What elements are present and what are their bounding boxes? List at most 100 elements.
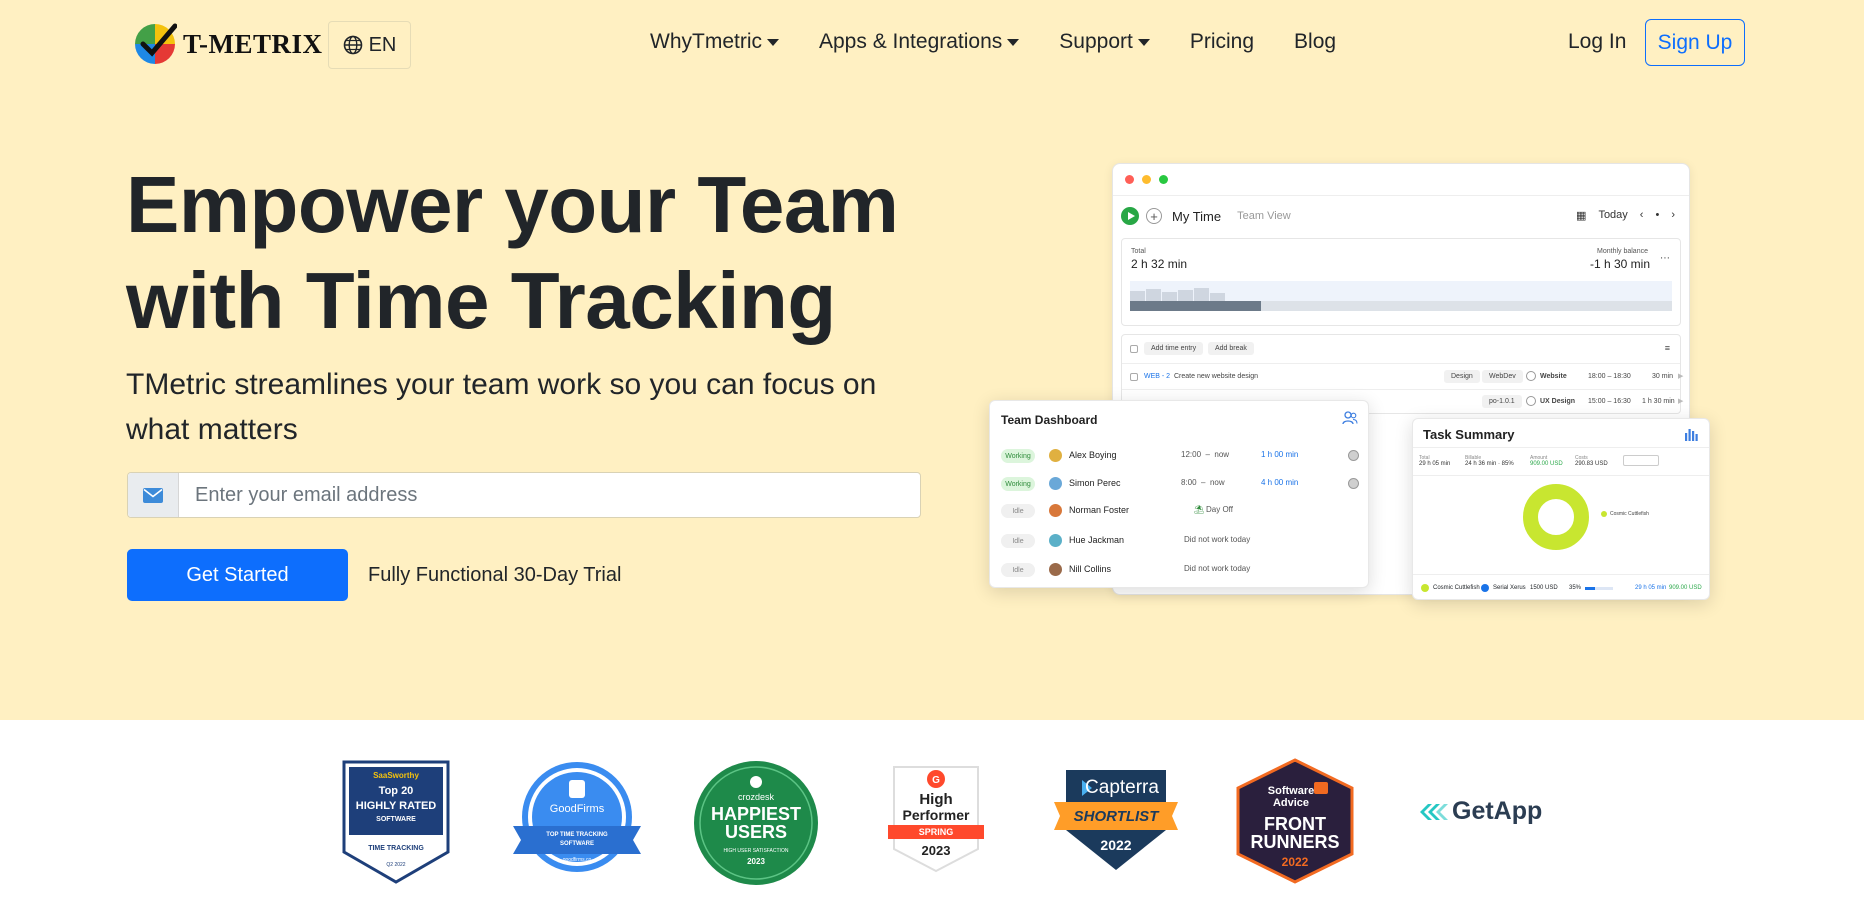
svg-text:Top 20: Top 20 [379,785,414,797]
series-swatch [1421,584,1429,592]
svg-text:SaaSworthy: SaaSworthy [373,771,419,780]
svg-text:Performer: Performer [903,807,970,823]
nav-item-blog[interactable]: Blog [1294,30,1336,54]
svg-text:2022: 2022 [1282,855,1309,869]
play-icon: ▶ [1678,373,1684,380]
nav-item-pricing[interactable]: Pricing [1190,30,1254,54]
bar-chart-icon [1685,429,1698,441]
palm-icon: ⛱ [1194,505,1205,514]
status-badge: Idle [1001,534,1035,548]
hero-headline: Empower your Team with Time Tracking [126,157,946,349]
get-started-button[interactable]: Get Started [127,549,348,601]
getapp-chevrons-icon [1420,803,1448,820]
entry-range: 15:00 – 16:30 [1588,398,1631,405]
legend-swatch [1601,511,1607,517]
login-link[interactable]: Log In [1568,30,1626,54]
minimize-dot-icon [1142,175,1151,184]
series-name: Cosmic Cuttlefish [1433,585,1480,591]
project-name: UX Design [1540,398,1576,405]
brand-logo[interactable]: T-METRIX [133,22,323,66]
avatar [1049,477,1062,490]
member-name: Norman Foster [1069,505,1130,515]
g2-badge: G High Performer SPRING 2023 [888,766,984,873]
status-badge: Working [1001,477,1035,491]
untracked-bar [1261,301,1672,311]
day-timeline [1130,281,1672,311]
svg-text:High: High [919,791,952,808]
team-member-row: Idle Norman Foster ⛱ Day Off [1001,502,1361,520]
svg-text:RUNNERS: RUNNERS [1250,832,1339,852]
tag-version: po-1.0.1 [1482,395,1522,408]
entry-duration: 1 h 30 min [1642,398,1675,405]
series-name: Serial Xerus [1493,585,1526,591]
avatar [1049,534,1062,547]
svg-text:FRONT: FRONT [1264,814,1326,834]
chevron-down-icon [1137,38,1150,46]
activity-icon [1348,450,1359,461]
series-time: 29 h 05 min [1635,585,1667,591]
svg-text:HAPPIEST: HAPPIEST [711,804,801,824]
nav-item-whytmetric[interactable]: WhyTmetric [650,30,779,54]
nav-item-label: Apps & Integrations [819,30,1003,53]
team-dashboard-title: Team Dashboard [1001,413,1098,427]
time-summary-card: Total 2 h 32 min Monthly balance -1 h 30… [1121,238,1681,326]
svg-text:crozdesk: crozdesk [738,792,775,802]
member-name: Alex Boying [1069,450,1117,460]
member-name: Simon Perec [1069,478,1121,488]
avatar [1049,563,1062,576]
series-amount: 1500 USD [1530,585,1558,591]
tag-webdev: WebDev [1482,370,1523,383]
language-label: EN [368,33,397,56]
nav-item-apps-integrations[interactable]: Apps & Integrations [819,30,1020,54]
today-label: Today [1598,209,1628,221]
top-navbar: T-METRIX EN WhyTmetric Apps & Integratio… [0,0,1864,88]
team-users-icon [1342,411,1358,425]
team-member-row: Working Simon Perec 8:00 – now 4 h 00 mi… [1001,475,1361,493]
add-time-entry-button: Add time entry [1144,342,1204,355]
entry-range: 18:00 – 18:30 [1588,373,1631,380]
maximize-dot-icon [1159,175,1168,184]
select-all-checkbox [1130,345,1138,353]
svg-text:2023: 2023 [747,857,765,866]
plus-icon: + [1146,208,1162,224]
svg-text:TOP TIME TRACKING: TOP TIME TRACKING [546,832,608,838]
svg-text:Software: Software [1268,785,1314,797]
team-member-row: Idle Nill Collins Did not work today [1001,561,1361,579]
my-time-label: My Time [1172,208,1222,224]
stat-amount: Amount 909.00 USD [1530,455,1563,467]
goodfirms-badge: GoodFirms TOP TIME TRACKING SOFTWARE goo… [513,762,641,872]
svg-text:SHORTLIST: SHORTLIST [1074,808,1161,825]
tag-design: Design [1444,370,1480,383]
window-titlebar [1113,164,1689,196]
saasworthy-badge: SaaSworthy Top 20 HIGHLY RATED SOFTWARE … [342,760,450,884]
filter-icon: ≡ [1664,343,1670,353]
chevron-left-icon: ‹ [1639,209,1644,221]
email-input[interactable] [179,473,920,517]
entry-duration: 30 min [1652,373,1674,380]
svg-text:goodfirms.co: goodfirms.co [563,857,592,863]
envelope-icon [128,473,179,517]
stat-total: Total 29 h 05 min [1419,455,1451,467]
member-duration: 1 h 00 min [1261,450,1299,459]
member-duration: 4 h 00 min [1261,478,1299,487]
project-name: Website [1540,373,1567,380]
stat-billable: Billable 24 h 36 min · 85% [1465,455,1514,467]
nav-item-label: Support [1059,30,1133,53]
svg-text:Advice: Advice [1273,797,1309,809]
nav-item-support[interactable]: Support [1059,30,1150,54]
task-name: Create new website design [1174,373,1259,380]
chevron-down-icon [767,38,779,46]
tracked-bar [1130,301,1261,311]
activity-icon [1348,478,1359,489]
svg-text:2022: 2022 [1100,837,1131,853]
balance-label: Monthly balance [1597,248,1648,255]
svg-text:Q2 2022: Q2 2022 [386,862,405,868]
language-selector[interactable]: EN [328,21,411,69]
group-by-dropdown [1623,455,1659,466]
legend-label: Cosmic Cuttlefish [1610,511,1649,517]
signup-button[interactable]: Sign Up [1645,19,1745,66]
add-break-button: Add break [1208,342,1254,355]
svg-text:Capterra: Capterra [1085,777,1159,798]
activity-bars [1130,288,1225,301]
team-member-row: Working Alex Boying 12:00 – now 1 h 00 m… [1001,447,1361,465]
